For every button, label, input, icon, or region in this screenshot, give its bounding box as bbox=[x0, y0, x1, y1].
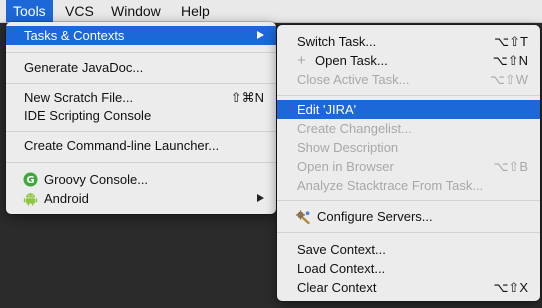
menu-item-label: Configure Servers... bbox=[317, 209, 433, 224]
menu-item-label: Analyze Stacktrace From Task... bbox=[297, 178, 484, 193]
menu-item-open-in-browser[interactable]: Open in Browser ⌥⇧B bbox=[277, 157, 540, 176]
menubar-vcs[interactable]: VCS bbox=[58, 0, 101, 22]
menu-separator bbox=[6, 162, 276, 163]
menu-item-label: Generate JavaDoc... bbox=[24, 60, 144, 75]
submenu-arrow-icon bbox=[257, 31, 264, 39]
menu-item-save-context[interactable]: Save Context... bbox=[277, 240, 540, 259]
menu-item-label: Clear Context bbox=[297, 280, 377, 295]
menu-item-label: Create Changelist... bbox=[297, 121, 412, 136]
menu-item-label: Edit 'JIRA' bbox=[297, 102, 357, 117]
menu-item-create-cli-launcher[interactable]: Create Command-line Launcher... bbox=[6, 136, 276, 155]
menu-item-clear-context[interactable]: Clear Context ⌥⇧X bbox=[277, 278, 540, 297]
android-icon bbox=[23, 193, 38, 206]
menu-item-label: Switch Task... bbox=[297, 34, 377, 49]
menu-item-shortcut: ⇧⌘N bbox=[230, 90, 264, 105]
groovy-icon: G bbox=[23, 172, 38, 187]
menu-item-label: IDE Scripting Console bbox=[24, 108, 152, 123]
menu-item-android[interactable]: Android bbox=[6, 189, 276, 208]
menu-item-groovy-console[interactable]: G Groovy Console... bbox=[6, 170, 276, 189]
menu-item-tasks-contexts[interactable]: Tasks & Contexts bbox=[6, 26, 276, 45]
menu-item-configure-servers[interactable]: Configure Servers... bbox=[277, 207, 540, 226]
submenu-arrow-icon bbox=[257, 194, 264, 202]
menu-item-create-changelist[interactable]: Create Changelist... bbox=[277, 119, 540, 138]
menu-separator bbox=[6, 131, 276, 132]
menu-item-switch-task[interactable]: Switch Task... ⌥⇧T bbox=[277, 32, 540, 51]
menu-item-analyze-stacktrace[interactable]: Analyze Stacktrace From Task... bbox=[277, 176, 540, 195]
menu-item-new-scratch-file[interactable]: New Scratch File... ⇧⌘N bbox=[6, 88, 276, 107]
menu-item-label: Groovy Console... bbox=[44, 172, 149, 187]
menu-separator bbox=[277, 95, 540, 96]
menu-item-label: Save Context... bbox=[297, 242, 386, 257]
menu-item-close-active-task[interactable]: Close Active Task... ⌥⇧W bbox=[277, 70, 540, 89]
menubar-help[interactable]: Help bbox=[174, 0, 217, 22]
menu-item-label: Tasks & Contexts bbox=[24, 28, 125, 43]
menu-item-label: New Scratch File... bbox=[24, 90, 134, 105]
menu-item-shortcut: ⌥⇧T bbox=[494, 34, 528, 49]
plus-icon: + bbox=[297, 52, 306, 69]
menu-item-open-task[interactable]: + Open Task... ⌥⇧N bbox=[277, 51, 540, 70]
menu-item-label: Open Task... bbox=[315, 53, 388, 68]
menu-item-shortcut: ⌥⇧W bbox=[489, 72, 528, 87]
menu-item-show-description[interactable]: Show Description bbox=[277, 138, 540, 157]
menu-item-load-context[interactable]: Load Context... bbox=[277, 259, 540, 278]
menu-item-label: Show Description bbox=[297, 140, 399, 155]
menu-item-label: Open in Browser bbox=[297, 159, 394, 174]
menu-item-edit-jira[interactable]: Edit 'JIRA' bbox=[277, 100, 540, 119]
wrench-gear-icon bbox=[295, 210, 310, 224]
menu-separator bbox=[277, 200, 540, 201]
menu-item-shortcut: ⌥⇧N bbox=[492, 53, 528, 68]
menu-item-shortcut: ⌥⇧X bbox=[493, 280, 528, 295]
menu-separator bbox=[277, 232, 540, 233]
menu-item-label: Close Active Task... bbox=[297, 72, 410, 87]
menubar-window[interactable]: Window bbox=[104, 0, 168, 22]
tools-menu: Tasks & Contexts Generate JavaDoc... New… bbox=[6, 22, 276, 214]
menu-separator bbox=[6, 52, 276, 53]
menu-item-label: Create Command-line Launcher... bbox=[24, 138, 220, 153]
menubar-tools[interactable]: Tools bbox=[6, 0, 53, 22]
menu-item-ide-scripting-console[interactable]: IDE Scripting Console bbox=[6, 106, 276, 125]
menu-separator bbox=[6, 83, 276, 84]
menu-item-label: Load Context... bbox=[297, 261, 386, 276]
menu-item-generate-javadoc[interactable]: Generate JavaDoc... bbox=[6, 58, 276, 77]
menu-item-shortcut: ⌥⇧B bbox=[493, 159, 528, 174]
svg-text:G: G bbox=[26, 175, 34, 186]
menu-bar: Tools VCS Window Help bbox=[0, 0, 542, 23]
menu-item-label: Android bbox=[44, 191, 89, 206]
tasks-contexts-submenu: Switch Task... ⌥⇧T + Open Task... ⌥⇧N Cl… bbox=[277, 25, 540, 301]
